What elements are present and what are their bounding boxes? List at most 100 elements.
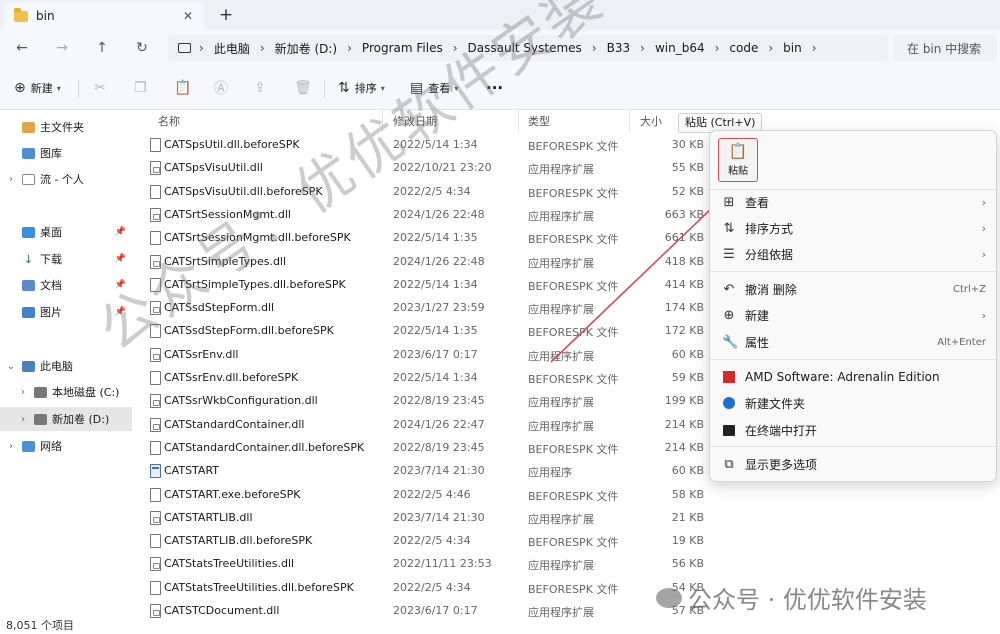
file-date: 2022/2/5 4:46 [393, 487, 471, 501]
menu-item-sort[interactable]: ⇅ 排序方式 › [710, 215, 998, 241]
view-grid-icon: ⊞ [723, 194, 735, 210]
menu-item-properties[interactable]: 🔧 属性 Alt+Enter [710, 329, 998, 355]
sidebar-item-drive-c[interactable]: › 本地磁盘 (C:) [0, 380, 132, 404]
new-folder-icon [723, 397, 735, 409]
chevron-right-icon[interactable]: › [0, 174, 22, 185]
menu-item-new[interactable]: ⊕ 新建 › [710, 302, 998, 328]
file-row[interactable]: CATSTARTLIB.dll 2023/7/14 21:30 应用程序扩展 21 K… [138, 507, 838, 530]
chevron-right-icon[interactable]: › [260, 41, 265, 55]
sort-button[interactable]: ⇅ 排序 ▾ [338, 78, 385, 98]
cut-button[interactable]: ✂ [94, 78, 111, 98]
chevron-right-icon[interactable]: › [640, 41, 645, 55]
file-date: 2022/8/19 23:45 [393, 440, 485, 454]
share-button[interactable]: ⇪ [254, 78, 271, 98]
chevron-right-icon[interactable]: › [0, 441, 22, 452]
sidebar-item-home[interactable]: 主文件夹 [0, 115, 132, 139]
column-header-name[interactable]: 名称 [158, 110, 180, 132]
column-divider[interactable] [382, 110, 383, 132]
sidebar-item-pictures[interactable]: 图片 📌 [0, 300, 132, 324]
sidebar-item-gallery[interactable]: 图库 [0, 141, 132, 165]
file-row[interactable]: CATStatsTreeUtilities.dll.beforeSPK 2022/… [138, 577, 838, 600]
rename-button[interactable]: Ⓐ [214, 78, 233, 98]
chevron-right-icon[interactable]: › [347, 41, 352, 55]
close-icon[interactable]: ✕ [178, 9, 198, 23]
address-bar[interactable]: › 此电脑 › 新加卷 (D:) › Program Files › Dassa… [168, 35, 888, 61]
column-header-type[interactable]: 类型 [528, 110, 550, 132]
forward-arrow-icon[interactable]: → [52, 38, 72, 58]
file-icon [150, 440, 161, 455]
pin-icon[interactable]: 📌 [115, 227, 126, 237]
undo-shortcut: Ctrl+Z [952, 283, 986, 295]
column-header-size[interactable]: 大小 [640, 110, 662, 132]
file-name: CATStandardContainer.dll.beforeSPK [164, 440, 365, 454]
sidebar-item-drive-d[interactable]: › 新加卷 (D:) [0, 407, 132, 431]
chevron-right-icon[interactable]: › [592, 41, 597, 55]
chevron-right-icon[interactable]: › [453, 41, 458, 55]
menu-item-terminal[interactable]: 在终端中打开 [710, 417, 998, 443]
menu-item-view[interactable]: ⊞ 查看 › [710, 189, 998, 215]
dll-file-icon [150, 301, 161, 316]
sidebar-item-desktop[interactable]: 桌面 📌 [0, 220, 132, 244]
file-row[interactable]: CATSTARTLIB.dll.beforeSPK 2022/2/5 4:34 BE… [138, 530, 838, 553]
sidebar-item-this-pc[interactable]: ⌄ 此电脑 [0, 354, 132, 378]
pin-icon[interactable]: 📌 [115, 280, 126, 290]
sidebar-item-documents[interactable]: 文档 📌 [0, 273, 132, 297]
chevron-right-icon[interactable]: › [768, 41, 773, 55]
menu-item-label: 撤消 删除 [745, 282, 797, 297]
view-button[interactable]: ▤ 查看 ▾ [410, 78, 458, 98]
back-arrow-icon[interactable]: ← [12, 38, 32, 58]
amd-logo-icon [723, 371, 735, 383]
breadcrumb-drive-d[interactable]: 新加卷 (D:) [275, 40, 337, 57]
breadcrumb-code[interactable]: code [729, 41, 758, 55]
file-date: 2023/6/17 0:17 [393, 604, 478, 617]
breadcrumb-program-files[interactable]: Program Files [362, 41, 443, 55]
file-size: 52 KB [671, 184, 704, 198]
more-options-button[interactable]: ··· [486, 78, 503, 98]
menu-item-more-options[interactable]: ⧉ 显示更多选项 [710, 451, 998, 477]
chevron-right-icon[interactable]: › [199, 41, 204, 55]
breadcrumb-win-b64[interactable]: win_b64 [655, 41, 705, 55]
pin-icon[interactable]: 📌 [115, 254, 126, 264]
paste-button[interactable]: 📋 [174, 78, 196, 98]
dll-file-icon [150, 394, 161, 409]
menu-item-group[interactable]: ☰ 分组依据 › [710, 241, 998, 267]
file-row[interactable]: CATStatsTreeUtilities.dll 2022/11/11 23:5… [138, 553, 838, 576]
document-icon [22, 173, 35, 185]
chevron-right-icon[interactable]: › [12, 414, 34, 425]
breadcrumb-bin[interactable]: bin [783, 41, 802, 55]
sidebar-item-downloads[interactable]: ↓ 下载 📌 [0, 247, 132, 271]
file-row[interactable]: CATSTART.exe.beforeSPK 2022/2/5 4:46 BEFOR… [138, 484, 838, 507]
sidebar-item-onedrive[interactable]: › 流 - 个人 [0, 167, 132, 191]
breadcrumb-dassault[interactable]: Dassault Systemes [468, 41, 582, 55]
breadcrumb-this-pc[interactable]: 此电脑 [214, 40, 250, 57]
computer-icon [22, 360, 35, 372]
file-date: 2022/5/14 1:35 [393, 231, 478, 245]
column-header-date[interactable]: 修改日期 [393, 110, 437, 132]
file-size: 663 KB [664, 207, 704, 221]
file-row[interactable]: CATSTCDocument.dll 2023/6/17 0:17 应用程序扩展 57… [138, 600, 838, 623]
copy-button[interactable]: ❐ [134, 78, 152, 98]
chevron-right-icon: › [981, 221, 986, 235]
tab-bin[interactable]: bin ✕ [4, 2, 204, 30]
file-date: 2022/11/11 23:53 [393, 557, 492, 571]
context-paste-button[interactable]: 📋 粘贴 [718, 138, 758, 182]
breadcrumb-b33[interactable]: B33 [607, 41, 631, 55]
column-divider[interactable] [518, 110, 519, 132]
menu-item-undo[interactable]: ↶ 撤消 删除 Ctrl+Z [710, 276, 998, 302]
chevron-right-icon[interactable]: › [715, 41, 720, 55]
search-input[interactable]: 在 bin 中搜索 [893, 35, 997, 61]
new-tab-button[interactable]: + [216, 4, 236, 26]
sidebar-item-label: 新加卷 (D:) [52, 413, 110, 426]
sidebar-item-network[interactable]: › 网络 [0, 434, 132, 458]
menu-item-new-folder[interactable]: 新建文件夹 [710, 390, 998, 416]
chevron-right-icon[interactable]: › [12, 387, 34, 398]
column-divider[interactable] [629, 110, 630, 132]
menu-item-amd[interactable]: AMD Software: Adrenalin Edition [710, 364, 998, 390]
chevron-right-icon[interactable]: › [812, 41, 817, 55]
delete-button[interactable]: 🗑 [294, 78, 317, 98]
refresh-icon[interactable]: ↻ [132, 38, 152, 58]
new-button[interactable]: ⊕ 新建 ▾ [14, 78, 61, 98]
pin-icon[interactable]: 📌 [115, 307, 126, 317]
up-arrow-icon[interactable]: ↑ [92, 38, 112, 58]
chevron-down-icon[interactable]: ⌄ [0, 361, 22, 372]
